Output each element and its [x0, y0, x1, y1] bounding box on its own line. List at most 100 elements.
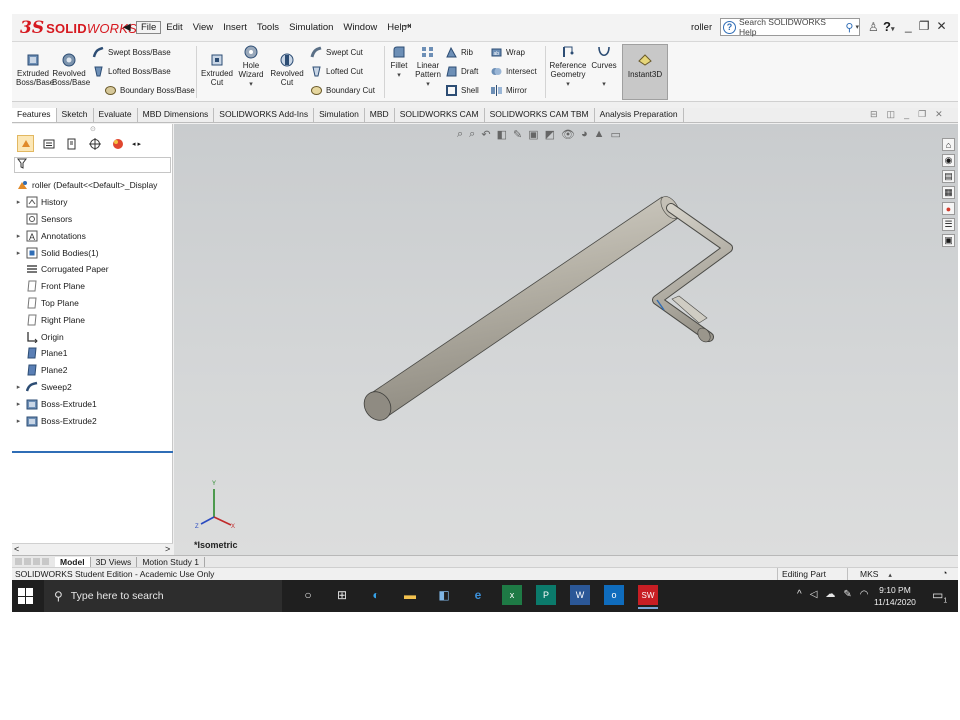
tree-root-part[interactable]: roller (Default<<Default>_Display [12, 177, 173, 194]
volume-icon[interactable]: ◁ [810, 589, 818, 600]
viewport-close-icon[interactable]: ✕ [935, 109, 943, 120]
tree-node-corrugated-paper[interactable]: Corrugated Paper [12, 261, 173, 278]
shell-button[interactable]: Shell [445, 84, 479, 97]
help-search-box[interactable]: ? Search SOLIDWORKS Help ⚲ ▾ [720, 17, 860, 37]
scroll-left-icon[interactable]: < [14, 544, 19, 554]
design-library-icon[interactable]: ▤ [942, 170, 955, 183]
tree-node-solid-bodies-1[interactable]: ▸ Solid Bodies(1) [12, 244, 173, 261]
onedrive-icon[interactable]: ☁ [825, 589, 835, 600]
panel-tabs-scroll-icon[interactable]: ◂ ▸ [132, 140, 141, 148]
tab-solidworks-add-ins[interactable]: SOLIDWORKS Add-Ins [214, 108, 315, 122]
action-center-icon[interactable]: ▭1 [932, 588, 947, 604]
word-icon[interactable]: W [570, 585, 590, 605]
store-icon[interactable]: ◧ [434, 585, 454, 605]
file-explorer-icon[interactable]: ▦ [942, 186, 955, 199]
extruded-cut-button[interactable]: Extruded Cut [200, 52, 234, 87]
model-view[interactable]: Y X Z [174, 124, 958, 555]
help-icon[interactable]: ?▾ [883, 19, 894, 34]
extruded-boss-button[interactable]: Extruded Boss/Base [16, 52, 54, 87]
solidworks-resources-icon[interactable]: ◉ [942, 154, 955, 167]
menu-edit[interactable]: Edit [161, 21, 187, 34]
boundary-boss-button[interactable]: Boundary Boss/Base [104, 84, 195, 97]
fillet-button[interactable]: Fillet ▾ [387, 44, 411, 80]
tab-nav-buttons[interactable] [15, 558, 49, 565]
windows-start-icon[interactable] [18, 588, 34, 604]
menu-window[interactable]: Window [338, 21, 382, 34]
swept-cut-button[interactable]: Swept Cut [310, 46, 363, 59]
expand-arrow-icon[interactable]: ▸ [14, 198, 23, 206]
linear-pattern-dropdown-icon[interactable]: ▾ [426, 81, 430, 88]
roller-body[interactable] [359, 193, 683, 425]
tab-motion-study-1[interactable]: Motion Study 1 [137, 556, 206, 567]
curves-dropdown-icon[interactable]: ▾ [602, 81, 606, 88]
edge-icon[interactable]: ◐ [366, 585, 386, 605]
rebuild-status-icon[interactable]: ◔ [942, 568, 947, 578]
wifi-icon[interactable]: ◠ [860, 589, 869, 600]
minimize-icon[interactable]: _ [905, 19, 912, 33]
tab-3d-views[interactable]: 3D Views [91, 556, 138, 567]
boundary-cut-button[interactable]: Boundary Cut [310, 84, 375, 97]
home-icon[interactable]: ⌂ [942, 138, 955, 151]
intersect-button[interactable]: Intersect [490, 65, 537, 78]
tab-simulation[interactable]: Simulation [314, 108, 365, 122]
cortana-icon[interactable]: ○ [298, 585, 318, 605]
menu-view[interactable]: View [188, 21, 218, 34]
rollback-bar[interactable] [12, 451, 173, 453]
hole-wizard-button[interactable]: Hole Wizard ▾ [236, 44, 266, 89]
file-explorer-icon[interactable]: ▬ [400, 585, 420, 605]
expand-arrow-icon[interactable]: ▸ [14, 249, 23, 257]
tree-node-sweep2[interactable]: ▸ Sweep2 [12, 379, 173, 396]
viewport-split-icon[interactable]: ◫ [887, 109, 896, 120]
tab-solidworks-cam-tbm[interactable]: SOLIDWORKS CAM TBM [485, 108, 595, 122]
taskbar-search-input[interactable]: Type here to search [71, 590, 164, 602]
tree-node-plane2[interactable]: Plane2 [12, 362, 173, 379]
menu-file[interactable]: File [136, 21, 162, 34]
excel-icon[interactable]: x [502, 585, 522, 605]
appearances-icon[interactable]: ● [942, 202, 955, 215]
tree-node-boss-extrude2[interactable]: ▸ Boss-Extrude2 [12, 412, 173, 429]
swept-boss-button[interactable]: Swept Boss/Base [92, 46, 171, 59]
tab-solidworks-cam[interactable]: SOLIDWORKS CAM [395, 108, 485, 122]
restore-icon[interactable]: ❐ [919, 19, 930, 33]
tab-mbd-dimensions[interactable]: MBD Dimensions [138, 108, 215, 122]
feature-manager-tab-icon[interactable] [17, 135, 34, 152]
tree-node-history[interactable]: ▸ History [12, 194, 173, 211]
panel-horizontal-scrollbar[interactable]: < > [12, 543, 173, 555]
lofted-cut-button[interactable]: Lofted Cut [310, 65, 363, 78]
hole-wizard-dropdown-icon[interactable]: ▾ [249, 81, 253, 88]
tree-node-plane1[interactable]: Plane1 [12, 345, 173, 362]
lofted-boss-button[interactable]: Lofted Boss/Base [92, 65, 171, 78]
draft-button[interactable]: Draft [445, 65, 478, 78]
user-icon[interactable]: ♙ [868, 20, 879, 34]
configuration-manager-tab-icon[interactable] [63, 135, 80, 152]
search-icon[interactable]: ⚲ [845, 21, 853, 34]
chevron-down-icon[interactable]: ▾ [855, 23, 859, 31]
display-manager-tab-icon[interactable] [109, 135, 126, 152]
forum-icon[interactable]: ▣ [942, 234, 955, 247]
publisher-icon[interactable]: P [536, 585, 556, 605]
expand-arrow-icon[interactable]: ▸ [14, 232, 23, 240]
close-icon[interactable]: ✕ [936, 19, 946, 33]
tab-features[interactable]: Features [12, 108, 57, 122]
menu-expand-arrow-icon[interactable]: ◀ [123, 22, 131, 33]
graphics-area[interactable]: ⌕ ⌕ ↶ ◧ ✎ ▣ ◩ 👁 ◕ ▲ ▭ Y X Z ⌂ ◉ ▤ ▦ ● ☰ … [174, 124, 958, 555]
expand-arrow-icon[interactable]: ▸ [14, 400, 23, 408]
viewport-restore-icon[interactable]: ❐ [918, 109, 926, 120]
fillet-dropdown-icon[interactable]: ▾ [397, 72, 401, 79]
tree-node-top-plane[interactable]: Top Plane [12, 295, 173, 312]
viewport-tile-icon[interactable]: ⊟ [870, 109, 878, 120]
property-manager-tab-icon[interactable] [40, 135, 57, 152]
reference-geometry-dropdown-icon[interactable]: ▾ [566, 81, 570, 88]
curves-button[interactable]: Curves ▾ [590, 44, 618, 89]
pin-menu-icon[interactable]: ⇥ [403, 21, 411, 32]
unit-system-selector[interactable]: MKS ▴ [847, 568, 917, 580]
reference-geometry-button[interactable]: Reference Geometry ▾ [548, 44, 588, 89]
scroll-right-icon[interactable]: > [165, 544, 170, 554]
crank-handle[interactable] [652, 203, 733, 344]
rib-button[interactable]: Rib [445, 46, 473, 59]
menu-simulation[interactable]: Simulation [284, 21, 338, 34]
tab-analysis-preparation[interactable]: Analysis Preparation [595, 108, 684, 122]
expand-arrow-icon[interactable]: ▸ [14, 383, 23, 391]
taskbar-search-box[interactable]: ⚲ Type here to search [44, 580, 282, 612]
dimxpert-manager-tab-icon[interactable] [86, 135, 103, 152]
